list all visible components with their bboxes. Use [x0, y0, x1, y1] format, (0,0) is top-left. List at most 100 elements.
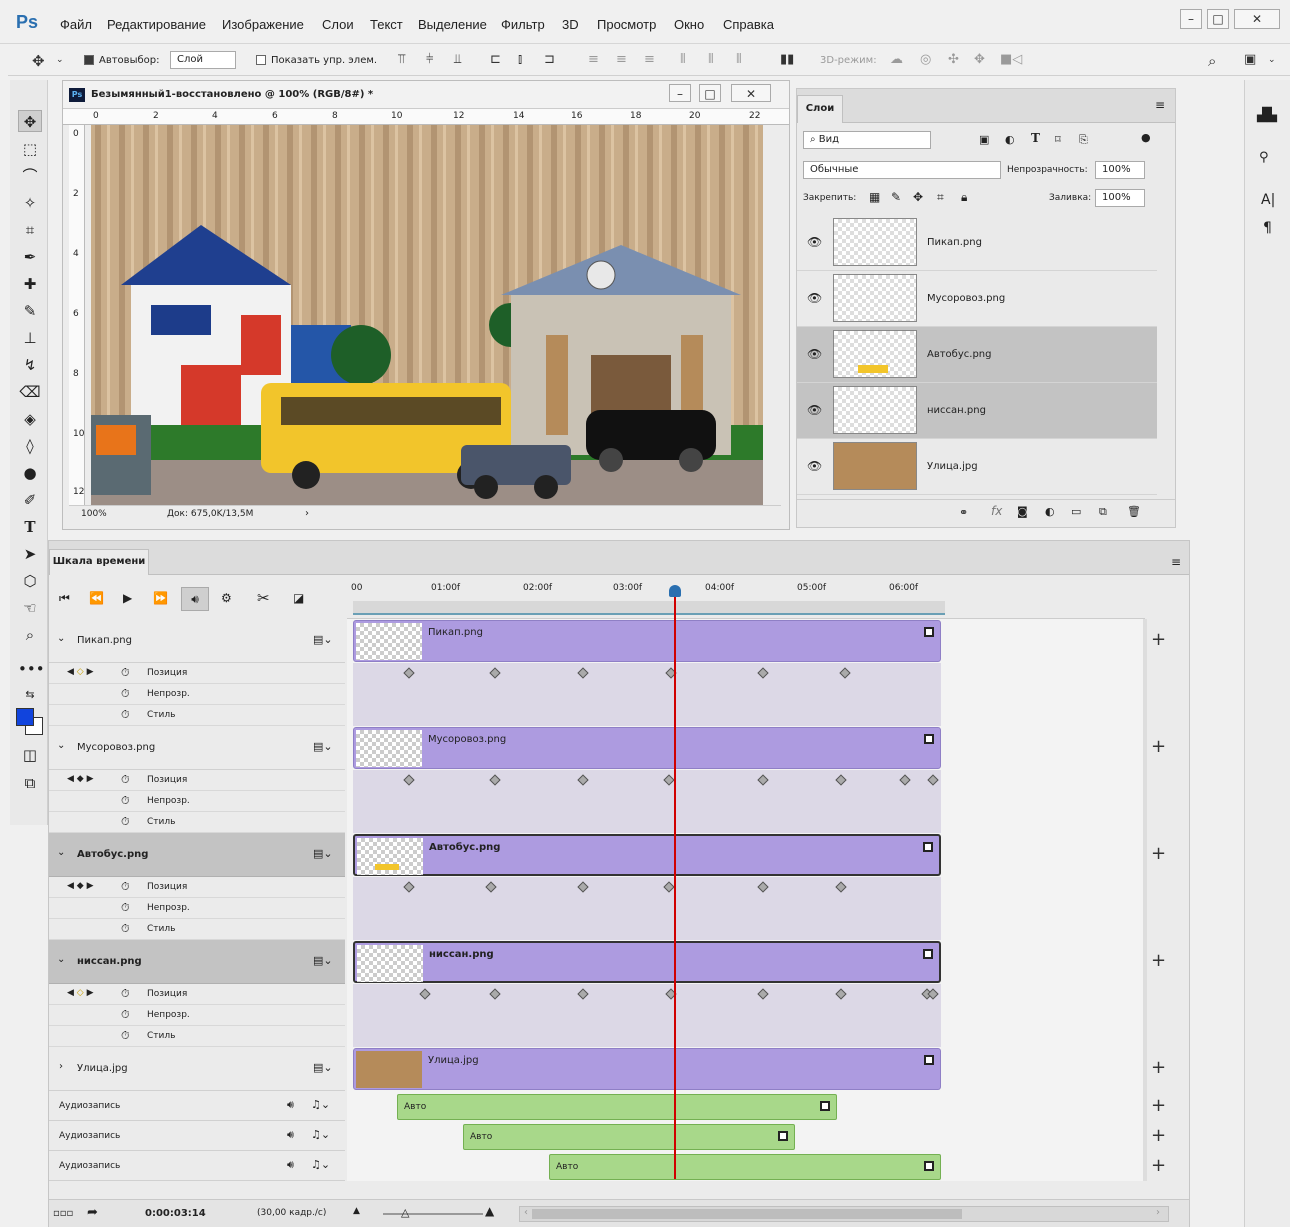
slide3d-icon[interactable]: ✥	[974, 52, 985, 67]
lock-transparent-icon[interactable]: ▦	[869, 190, 880, 204]
filter-pixel-icon[interactable]: ▣	[979, 133, 989, 146]
link-layers-icon[interactable]: ⚭	[959, 506, 968, 519]
close-button[interactable]: ✕	[1234, 9, 1280, 29]
eye-icon[interactable]: 👁︎	[807, 291, 822, 305]
filter-toggle-icon[interactable]: ●	[1141, 131, 1151, 144]
clip-end-icon[interactable]	[923, 949, 933, 959]
clip-end-icon[interactable]	[924, 1161, 934, 1171]
speaker-icon[interactable]: 🔊︎	[287, 1158, 294, 1172]
camera3d-icon[interactable]: ■◁	[1000, 52, 1022, 67]
more-tools-icon[interactable]: •••	[18, 658, 45, 680]
healing-tool-icon[interactable]: ✚	[18, 273, 42, 295]
menu-3d[interactable]: 3D	[562, 17, 579, 32]
video-clip[interactable]: ниссан.png	[353, 941, 941, 983]
stopwatch-icon[interactable]: ⏱	[121, 666, 130, 680]
menu-window[interactable]: Окно	[674, 17, 704, 32]
track-header[interactable]: ⌄ Автобус.png ▤⌄	[49, 833, 345, 877]
filter-adjustment-icon[interactable]: ◐	[1005, 133, 1015, 146]
stopwatch-icon[interactable]: ⏱	[121, 794, 130, 808]
add-media-button[interactable]: +	[1151, 950, 1166, 971]
crop-tool-icon[interactable]: ⌗	[18, 219, 42, 241]
swap-colors-icon[interactable]: ⇆	[18, 684, 42, 706]
layer-filter-select[interactable]: ⌕ Вид	[803, 131, 931, 149]
audio-clip[interactable]: Авто	[463, 1124, 795, 1150]
menu-select[interactable]: Выделение	[418, 17, 487, 32]
tab-layers[interactable]: Слои	[797, 95, 843, 123]
stopwatch-icon[interactable]: ⏱	[121, 815, 130, 829]
layer-row[interactable]: 👁︎ ниссан.png	[797, 383, 1157, 439]
distribute-vcenter-icon[interactable]: ≡	[616, 52, 627, 67]
filter-type-icon[interactable]: T	[1031, 131, 1040, 145]
audio-toggle-icon[interactable]: 🔊︎	[181, 587, 209, 611]
speaker-icon[interactable]: 🔊︎	[287, 1098, 294, 1112]
stopwatch-icon[interactable]: ⏱	[121, 687, 130, 701]
eye-icon[interactable]: 👁︎	[807, 403, 822, 417]
add-media-button[interactable]: +	[1151, 629, 1166, 650]
type-tool-icon[interactable]: T	[18, 516, 42, 538]
chevron-right-icon[interactable]: ›	[305, 508, 309, 519]
align-left-icon[interactable]: ⊏	[490, 52, 501, 67]
stopwatch-icon[interactable]: ⏱	[121, 880, 130, 894]
menu-file[interactable]: Файл	[60, 17, 92, 32]
audio-track-header[interactable]: Аудиозапись 🔊︎ ♫⌄	[49, 1121, 345, 1151]
autoselect-checkbox[interactable]	[84, 55, 94, 65]
align-right-icon[interactable]: ⊐	[544, 52, 555, 67]
menu-view[interactable]: Просмотр	[597, 17, 656, 32]
stopwatch-icon[interactable]: ⏱	[121, 708, 130, 722]
distribute-hcenter-icon[interactable]: ⦀	[708, 52, 714, 67]
opacity-field[interactable]: 100%	[1095, 161, 1145, 179]
doc-close-button[interactable]: ✕	[731, 84, 771, 102]
align-vcenter-icon[interactable]: ⫩	[426, 52, 433, 67]
layer-row[interactable]: 👁︎ Улица.jpg	[797, 439, 1157, 495]
add-mask-icon[interactable]: ◙	[1017, 505, 1028, 518]
stopwatch-icon[interactable]: ⏱	[121, 901, 130, 915]
menu-filter[interactable]: Фильтр	[501, 17, 545, 32]
track-header[interactable]: ⌄ Пикап.png ▤⌄	[49, 619, 345, 663]
music-note-icon[interactable]: ♫⌄	[311, 1098, 330, 1111]
clip-end-icon[interactable]	[923, 842, 933, 852]
menu-help[interactable]: Справка	[723, 17, 774, 32]
track-header[interactable]: ⌄ Мусоровоз.png ▤⌄	[49, 726, 345, 770]
properties-icon[interactable]: ⚲	[1259, 150, 1269, 165]
maximize-button[interactable]: □	[1207, 9, 1229, 29]
brush-tool-icon[interactable]: ✎	[18, 300, 42, 322]
audio-clip[interactable]: Авто	[397, 1094, 837, 1120]
film-icon[interactable]: ▤⌄	[313, 954, 333, 967]
work-area-bar[interactable]	[353, 601, 945, 615]
clip-end-icon[interactable]	[924, 1055, 934, 1065]
video-clip[interactable]: Улица.jpg	[353, 1048, 941, 1090]
stopwatch-icon[interactable]: ⏱	[121, 987, 130, 1001]
split-scissors-icon[interactable]: ✂	[257, 589, 270, 607]
doc-maximize-button[interactable]: □	[699, 84, 721, 102]
video-clip[interactable]: Пикап.png	[353, 620, 941, 662]
zoom-slider-handle[interactable]: △	[401, 1206, 409, 1219]
zoom-tool-icon[interactable]: ⌕	[18, 624, 42, 646]
chevron-down-icon[interactable]: ⌄	[57, 954, 65, 965]
stopwatch-icon[interactable]: ⏱	[121, 1008, 130, 1022]
layer-row[interactable]: 👁︎ Пикап.png	[797, 215, 1157, 271]
audio-track-header[interactable]: Аудиозапись 🔊︎ ♫⌄	[49, 1091, 345, 1121]
menu-edit[interactable]: Редактирование	[107, 17, 206, 32]
lasso-tool-icon[interactable]: ⌒	[18, 165, 42, 187]
audio-track-header[interactable]: Аудиозапись 🔊︎ ♫⌄	[49, 1151, 345, 1181]
roll3d-icon[interactable]: ◎	[920, 52, 931, 67]
scroll-right-icon[interactable]: ›	[1156, 1207, 1160, 1218]
adjustment-layer-icon[interactable]: ◐	[1045, 505, 1055, 518]
keyframe-nav-icon[interactable]: ◀ ◆ ▶	[67, 881, 94, 891]
fx-icon[interactable]: fx	[991, 504, 1002, 518]
path-select-tool-icon[interactable]: ➤	[18, 543, 42, 565]
previous-frame-icon[interactable]: ⏪	[89, 591, 104, 605]
keyframe-nav-icon[interactable]: ◀ ◇ ▶	[67, 988, 94, 998]
film-icon[interactable]: ▤⌄	[313, 740, 333, 753]
transition-icon[interactable]: ◪	[293, 591, 304, 605]
horizontal-scrollbar[interactable]: ‹ ›	[519, 1206, 1169, 1222]
keyframe-nav-icon[interactable]: ◀ ◆ ▶	[67, 774, 94, 784]
fill-field[interactable]: 100%	[1095, 189, 1145, 207]
clip-end-icon[interactable]	[820, 1101, 830, 1111]
stamp-tool-icon[interactable]: ⊥	[18, 327, 42, 349]
panel-menu-icon[interactable]: ≡	[1171, 555, 1181, 569]
move-tool-icon[interactable]: ✥	[32, 52, 45, 70]
chevron-down-icon[interactable]: ⌄	[57, 740, 65, 751]
character-icon[interactable]: A|	[1261, 192, 1275, 208]
eye-icon[interactable]: 👁︎	[807, 459, 822, 473]
